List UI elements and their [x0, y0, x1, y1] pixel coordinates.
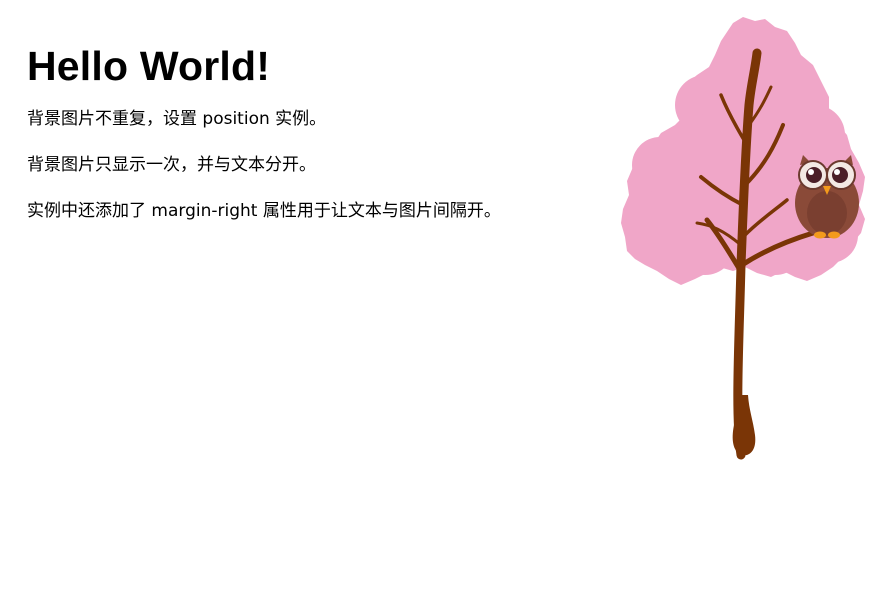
paragraph-2: 背景图片只显示一次，并与文本分开。 [27, 155, 316, 175]
content-area: Hello World! 背景图片不重复，设置 position 实例。 背景图… [27, 40, 587, 244]
paragraph-3: 实例中还添加了 margin-right 属性用于让文本与图片间隔开。 [27, 201, 501, 221]
page-heading: Hello World! [27, 43, 271, 89]
tree-with-owl-icon [621, 17, 865, 460]
page: Hello World! 背景图片不重复，设置 position 实例。 背景图… [0, 0, 881, 589]
paragraph-1: 背景图片不重复，设置 position 实例。 [27, 109, 327, 129]
